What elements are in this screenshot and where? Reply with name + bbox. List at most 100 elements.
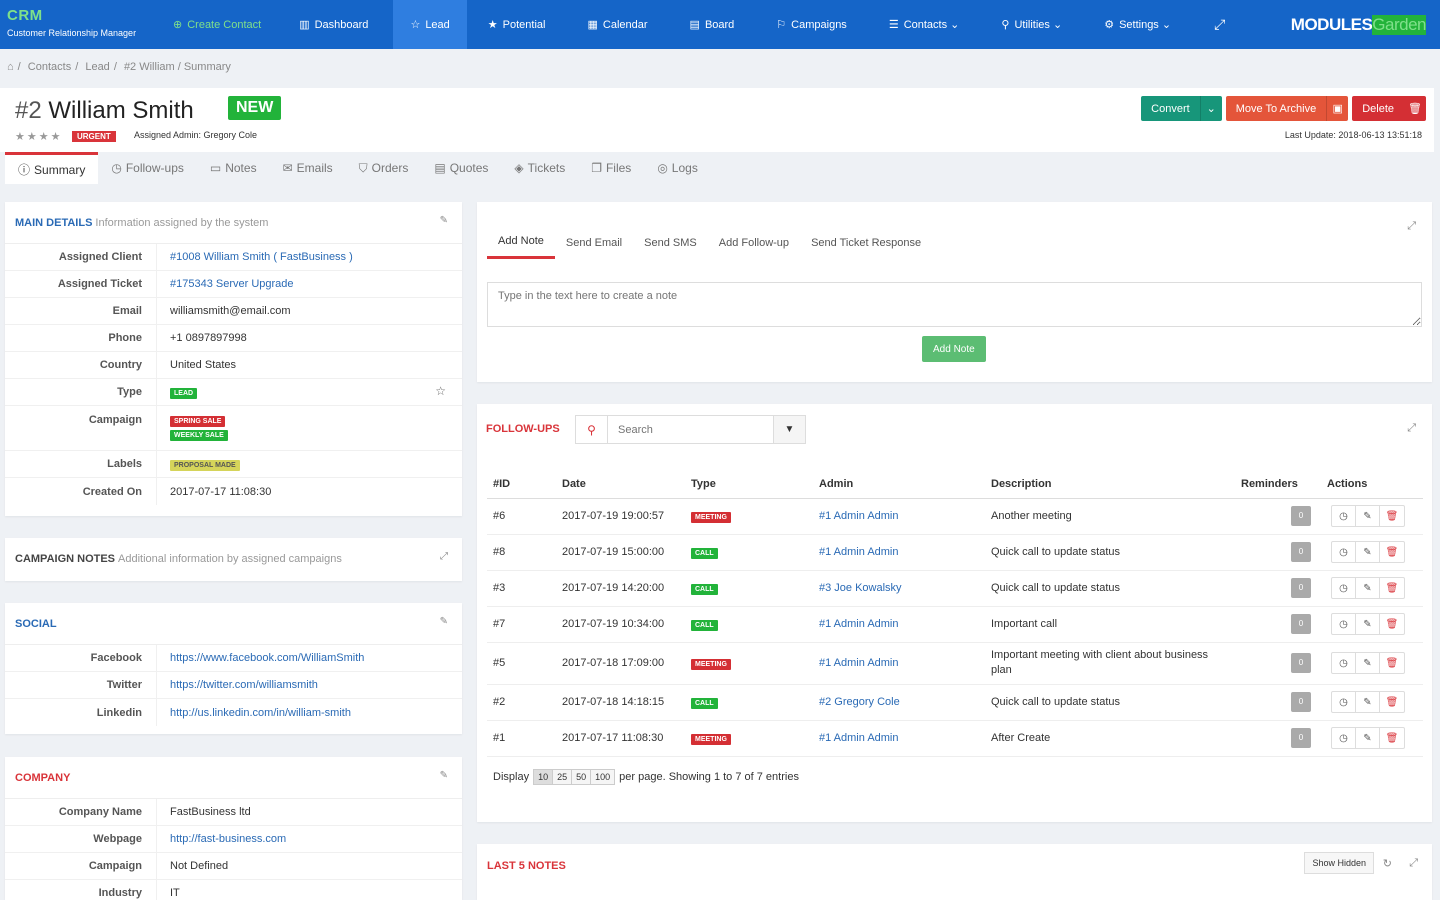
clock-icon[interactable]: ◷	[1332, 542, 1356, 562]
reminder-count[interactable]: 0	[1291, 614, 1311, 634]
nav-board[interactable]: ▤ Board	[669, 0, 756, 49]
tab-notes[interactable]: ▭ Notes	[197, 152, 270, 184]
linkedin-link[interactable]: http://us.linkedin.com/in/william-smith	[170, 707, 351, 719]
reminder-count[interactable]: 0	[1291, 653, 1311, 673]
home-icon[interactable]: ⌂	[7, 61, 14, 73]
clock-icon[interactable]: ◷	[1332, 506, 1356, 526]
nav-create-contact[interactable]: ⊕ Create Contact	[160, 0, 274, 49]
tab-orders[interactable]: ⛉ Orders	[346, 152, 422, 184]
tab-files[interactable]: ❐ Files	[578, 152, 644, 184]
page-size-10[interactable]: 10	[534, 770, 554, 784]
facebook-link[interactable]: https://www.facebook.com/WilliamSmith	[170, 652, 364, 664]
status-badge[interactable]: NEW	[228, 96, 282, 120]
tab-quotes[interactable]: ▤ Quotes	[421, 152, 501, 184]
tab-send-ticket-response[interactable]: Send Ticket Response	[800, 226, 932, 259]
admin-link[interactable]: #1 Admin Admin	[819, 510, 899, 522]
star-icon[interactable]: ★	[39, 131, 51, 143]
col-date[interactable]: Date	[556, 471, 685, 499]
nav-lead[interactable]: ☆ Lead	[393, 0, 467, 49]
trash-icon[interactable]: 🗑	[1380, 653, 1404, 673]
trash-icon[interactable]: 🗑	[1380, 614, 1404, 634]
trash-icon[interactable]: 🗑	[1380, 578, 1404, 598]
nav-utilities[interactable]: ⚲ Utilities ⌄	[980, 0, 1083, 49]
col-type[interactable]: Type	[685, 471, 813, 499]
reminder-count[interactable]: 0	[1291, 728, 1311, 748]
tab-add-follow-up[interactable]: Add Follow-up	[708, 226, 800, 259]
show-hidden-button[interactable]: Show Hidden	[1304, 852, 1374, 874]
clock-icon[interactable]: ◷	[1332, 653, 1356, 673]
fullscreen-icon[interactable]: ⤢	[1192, 0, 1247, 49]
nav-contacts[interactable]: ☰ Contacts ⌄	[868, 0, 981, 49]
move-to-archive-button[interactable]: Move To Archive ▣	[1225, 96, 1349, 121]
add-note-button[interactable]: Add Note	[922, 336, 986, 362]
trash-icon[interactable]: 🗑	[1380, 692, 1404, 712]
pencil-icon[interactable]: ✎	[1356, 578, 1380, 598]
tab-summary[interactable]: ⓘ Summary	[5, 152, 99, 184]
nav-campaigns[interactable]: ⚐ Campaigns	[755, 0, 868, 49]
brand[interactable]: CRM Customer Relationship Manager	[0, 0, 160, 49]
col-admin[interactable]: Admin	[813, 471, 985, 499]
trash-icon[interactable]: 🗑	[1380, 506, 1404, 526]
col-reminders[interactable]: Reminders	[1235, 471, 1321, 499]
tab-add-note[interactable]: Add Note	[487, 226, 555, 259]
chevron-down-icon[interactable]: ⌄	[1199, 96, 1222, 121]
clock-icon[interactable]: ◷	[1332, 692, 1356, 712]
rating-stars[interactable]: ★★★★	[15, 130, 63, 143]
expand-icon[interactable]: ⤢	[1407, 220, 1416, 233]
page-size-50[interactable]: 50	[572, 770, 592, 784]
admin-link[interactable]: #1 Admin Admin	[819, 618, 899, 630]
col-id[interactable]: #ID	[487, 471, 556, 499]
pencil-icon[interactable]: ✎	[440, 215, 448, 226]
page-size-100[interactable]: 100	[591, 770, 615, 784]
pencil-icon[interactable]: ✎	[1356, 614, 1380, 634]
clock-icon[interactable]: ◷	[1332, 614, 1356, 634]
trash-icon[interactable]: 🗑	[1380, 728, 1404, 748]
tab-logs[interactable]: ◎ Logs	[644, 152, 711, 184]
reminder-count[interactable]: 0	[1291, 578, 1311, 598]
star-icon[interactable]: ★	[15, 131, 27, 143]
pencil-icon[interactable]: ✎	[1356, 692, 1380, 712]
page-size-25[interactable]: 25	[553, 770, 573, 784]
star-icon[interactable]: ★	[27, 131, 39, 143]
convert-button[interactable]: Convert ⌄	[1141, 96, 1222, 121]
reminder-count[interactable]: 0	[1291, 506, 1311, 526]
admin-link[interactable]: #3 Joe Kowalsky	[819, 582, 902, 594]
assigned-client-link[interactable]: #1008 William Smith ( FastBusiness )	[170, 251, 353, 263]
twitter-link[interactable]: https://twitter.com/williamsmith	[170, 679, 318, 691]
webpage-link[interactable]: http://fast-business.com	[170, 833, 286, 845]
pencil-icon[interactable]: ✎	[440, 770, 448, 781]
expand-icon[interactable]: ⤢	[1409, 857, 1418, 870]
refresh-icon[interactable]: ↻	[1383, 857, 1392, 870]
star-outline-icon[interactable]: ☆	[435, 384, 446, 398]
star-icon[interactable]: ★	[51, 131, 63, 143]
nav-potential[interactable]: ★ Potential	[467, 0, 567, 49]
pencil-icon[interactable]: ✎	[1356, 653, 1380, 673]
breadcrumb-lead[interactable]: Lead	[85, 61, 109, 73]
pencil-icon[interactable]: ✎	[1356, 728, 1380, 748]
pencil-icon[interactable]: ✎	[440, 616, 448, 627]
tab-emails[interactable]: ✉ Emails	[270, 152, 346, 184]
expand-icon[interactable]: ⤢	[1407, 422, 1416, 435]
tab-send-sms[interactable]: Send SMS	[633, 226, 708, 259]
tab-follow-ups[interactable]: ◷ Follow-ups	[98, 152, 197, 184]
nav-settings[interactable]: ⚙ Settings ⌄	[1083, 0, 1192, 49]
pencil-icon[interactable]: ✎	[1356, 542, 1380, 562]
pencil-icon[interactable]: ✎	[1356, 506, 1380, 526]
clock-icon[interactable]: ◷	[1332, 728, 1356, 748]
reminder-count[interactable]: 0	[1291, 542, 1311, 562]
clock-icon[interactable]: ◷	[1332, 578, 1356, 598]
nav-dashboard[interactable]: ▥ Dashboard	[274, 0, 393, 49]
admin-link[interactable]: #1 Admin Admin	[819, 732, 899, 744]
search-input[interactable]	[608, 416, 773, 443]
note-textarea[interactable]	[487, 282, 1422, 327]
nav-calendar[interactable]: ▦ Calendar	[566, 0, 668, 49]
admin-link[interactable]: #1 Admin Admin	[819, 657, 899, 669]
delete-button[interactable]: Delete 🗑	[1352, 96, 1426, 121]
assigned-ticket-link[interactable]: #175343 Server Upgrade	[170, 278, 294, 290]
trash-icon[interactable]: 🗑	[1380, 542, 1404, 562]
admin-link[interactable]: #1 Admin Admin	[819, 546, 899, 558]
tab-tickets[interactable]: ◈ Tickets	[501, 152, 578, 184]
filter-icon[interactable]: ▼	[773, 416, 805, 443]
breadcrumb-contacts[interactable]: Contacts	[28, 61, 71, 73]
reminder-count[interactable]: 0	[1291, 692, 1311, 712]
